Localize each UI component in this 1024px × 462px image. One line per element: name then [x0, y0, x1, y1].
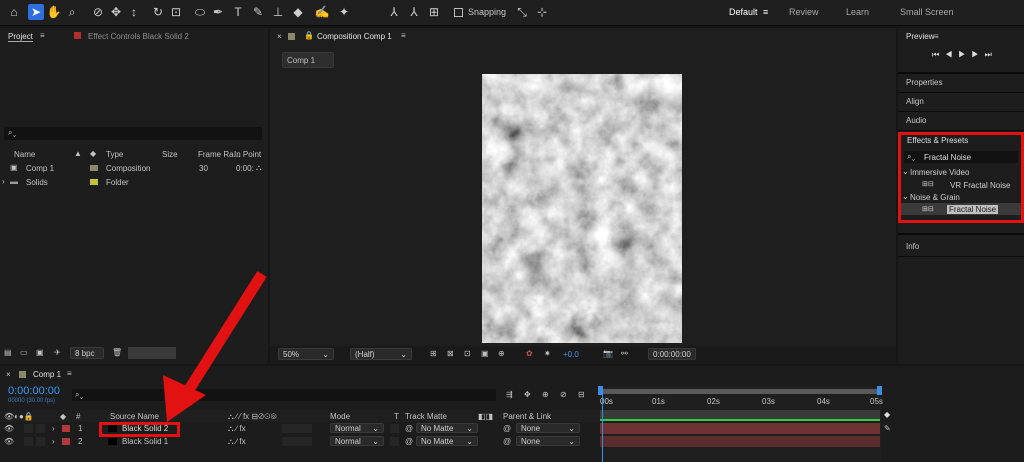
arrow-shaft — [185, 271, 267, 391]
annotation-arrow — [163, 271, 267, 422]
